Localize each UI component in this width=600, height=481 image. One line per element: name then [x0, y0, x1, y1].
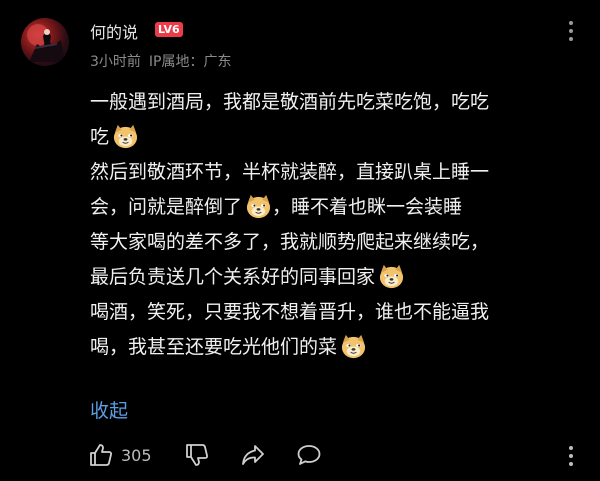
like-count: 305 [121, 446, 152, 465]
comment-line: 然后到敬酒环节，半杯就装醉，直接趴桌上睡一 [90, 161, 490, 183]
comment-meta: 3小时前 IP属地：广东 [90, 51, 232, 71]
comment-line: 吃 [90, 120, 580, 155]
collapse-link[interactable]: 收起 [90, 396, 128, 423]
comment-icon[interactable] [296, 442, 322, 468]
doge-emoji-icon [246, 194, 271, 219]
comment-line: 一般遇到酒局，我都是敬酒前先吃菜吃饱，吃吃 [90, 91, 490, 113]
level-badge: LV6 [155, 22, 183, 37]
action-bar [0, 442, 600, 470]
doge-emoji-icon [341, 334, 366, 359]
more-vertical-icon[interactable] [567, 444, 575, 468]
comment-line: 等大家喝的差不多了，我就顺势爬起来继续吃， [90, 231, 490, 253]
doge-emoji-icon [113, 124, 138, 149]
more-vertical-icon[interactable] [568, 20, 574, 42]
comment-line: 会，问就是醉倒了 ，睡不着也眯一会装睡 [90, 190, 580, 225]
thumbs-down-icon[interactable] [184, 442, 210, 468]
post-time: 3小时前 [90, 54, 141, 70]
username[interactable]: 何的说 [90, 19, 138, 43]
share-icon[interactable] [240, 442, 266, 468]
comment-line: 喝酒，笑死，只要我不想着晋升，谁也不能逼我 [90, 301, 490, 323]
doge-emoji-icon [379, 264, 404, 289]
comment-line: 最后负责送几个关系好的同事回家 [90, 260, 580, 295]
comment-line: 喝，我甚至还要吃光他们的菜 [90, 330, 580, 365]
comment-body: 一般遇到酒局，我都是敬酒前先吃菜吃饱，吃吃 吃 然后到敬酒环节，半杯就装醉，直接… [90, 85, 580, 365]
avatar[interactable] [21, 18, 69, 66]
ip-location: IP属地：广东 [148, 54, 232, 70]
thumbs-up-icon[interactable] [88, 442, 114, 468]
